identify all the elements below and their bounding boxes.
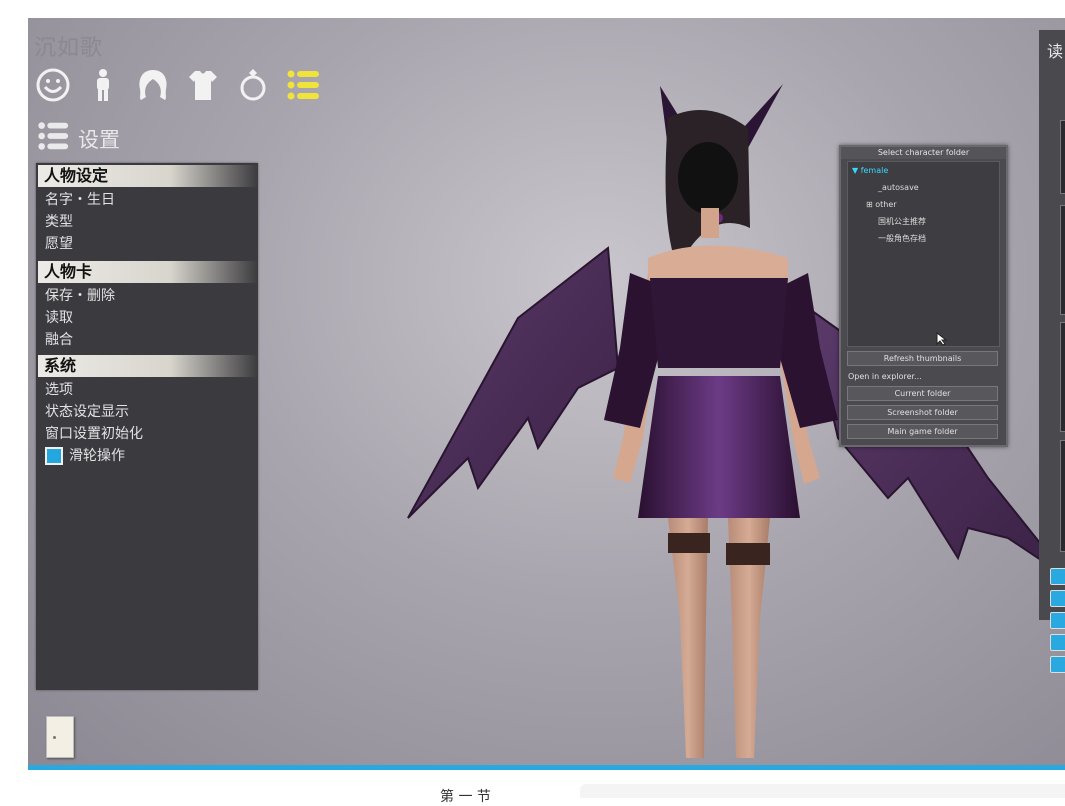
open-in-explorer-link[interactable]: Open in explorer... — [847, 370, 998, 383]
list-icon — [36, 119, 70, 158]
tree-item-autosave[interactable]: _autosave — [848, 179, 999, 196]
section-character-settings: 人物设定 — [38, 165, 258, 187]
menu-item-name-birthday[interactable]: 名字・生日 — [36, 189, 258, 211]
menu-item-merge[interactable]: 融合 — [36, 329, 258, 351]
panel-option-button[interactable] — [1050, 656, 1065, 673]
face-icon[interactable] — [34, 66, 72, 104]
body-icon[interactable] — [84, 66, 122, 104]
settings-title: 设置 — [78, 127, 120, 152]
game-viewport: 沉如歌 设置 人物设定 名字・生日 类型 愿望 人物卡 保存・删除 读取 融合 … — [28, 18, 1065, 770]
scroll-wheel-checkbox[interactable] — [45, 447, 63, 465]
left-wing — [407, 246, 620, 519]
load-panel-title: 读 — [1047, 42, 1064, 61]
card-thumbnail[interactable] — [1060, 322, 1065, 432]
section-system: 系统 — [38, 355, 258, 377]
folder-dialog-title: Select character folder — [841, 147, 1006, 159]
section-character-card: 人物卡 — [38, 261, 258, 283]
refresh-thumbnails-button[interactable]: Refresh thumbnails — [847, 351, 998, 366]
menu-item-save-delete[interactable]: 保存・删除 — [36, 285, 258, 307]
character-name: 沉如歌 — [34, 36, 104, 61]
clothes-icon[interactable] — [184, 66, 222, 104]
category-toolbar — [34, 66, 322, 104]
mouse-cursor-icon — [936, 331, 948, 348]
card-thumbnail[interactable] — [1060, 440, 1065, 552]
folder-buttons: Refresh thumbnails Open in explorer... C… — [847, 351, 998, 443]
select-character-folder-dialog: Select character folder ▼ female _autosa… — [839, 145, 1008, 447]
tree-item-other[interactable]: ⊞ other — [848, 196, 999, 213]
tree-item-female[interactable]: ▼ female — [848, 162, 999, 179]
progress-bar — [28, 765, 1065, 770]
tree-item-recommended[interactable]: 国机公主推荐 — [848, 213, 999, 230]
menu-item-options[interactable]: 选项 — [36, 379, 258, 401]
panel-option-button[interactable] — [1050, 590, 1065, 607]
caption-strip — [580, 784, 1065, 798]
settings-header: 设置 — [36, 119, 120, 158]
settings-panel: 人物设定 名字・生日 类型 愿望 人物卡 保存・删除 读取 融合 系统 选项 状… — [36, 163, 258, 690]
card-thumbnail[interactable] — [1060, 120, 1065, 194]
current-folder-button[interactable]: Current folder — [847, 386, 998, 401]
accessory-ring-icon[interactable] — [234, 66, 272, 104]
menu-item-load[interactable]: 读取 — [36, 307, 258, 329]
main-game-folder-button[interactable]: Main game folder — [847, 424, 998, 439]
exit-door-icon[interactable] — [46, 716, 74, 758]
panel-option-button[interactable] — [1050, 634, 1065, 651]
menu-item-type[interactable]: 类型 — [36, 211, 258, 233]
menu-item-wish[interactable]: 愿望 — [36, 233, 258, 255]
tree-item-general-saves[interactable]: 一般角色存档 — [848, 230, 999, 247]
video-caption: 第 一 节 — [440, 789, 491, 805]
load-panel: 读 — [1039, 30, 1065, 620]
panel-option-button[interactable] — [1050, 612, 1065, 629]
scroll-wheel-toggle[interactable]: 滑轮操作 — [36, 445, 258, 467]
hair-icon[interactable] — [134, 66, 172, 104]
scroll-wheel-label: 滑轮操作 — [69, 448, 125, 464]
menu-item-window-reset[interactable]: 窗口设置初始化 — [36, 423, 258, 445]
folder-tree: ▼ female _autosave ⊞ other 国机公主推荐 一般角色存档 — [847, 161, 1000, 347]
screenshot-folder-button[interactable]: Screenshot folder — [847, 405, 998, 420]
panel-option-button[interactable] — [1050, 568, 1065, 585]
card-thumbnail[interactable] — [1060, 205, 1065, 315]
settings-list-icon[interactable] — [284, 66, 322, 104]
menu-item-status-display[interactable]: 状态设定显示 — [36, 401, 258, 423]
